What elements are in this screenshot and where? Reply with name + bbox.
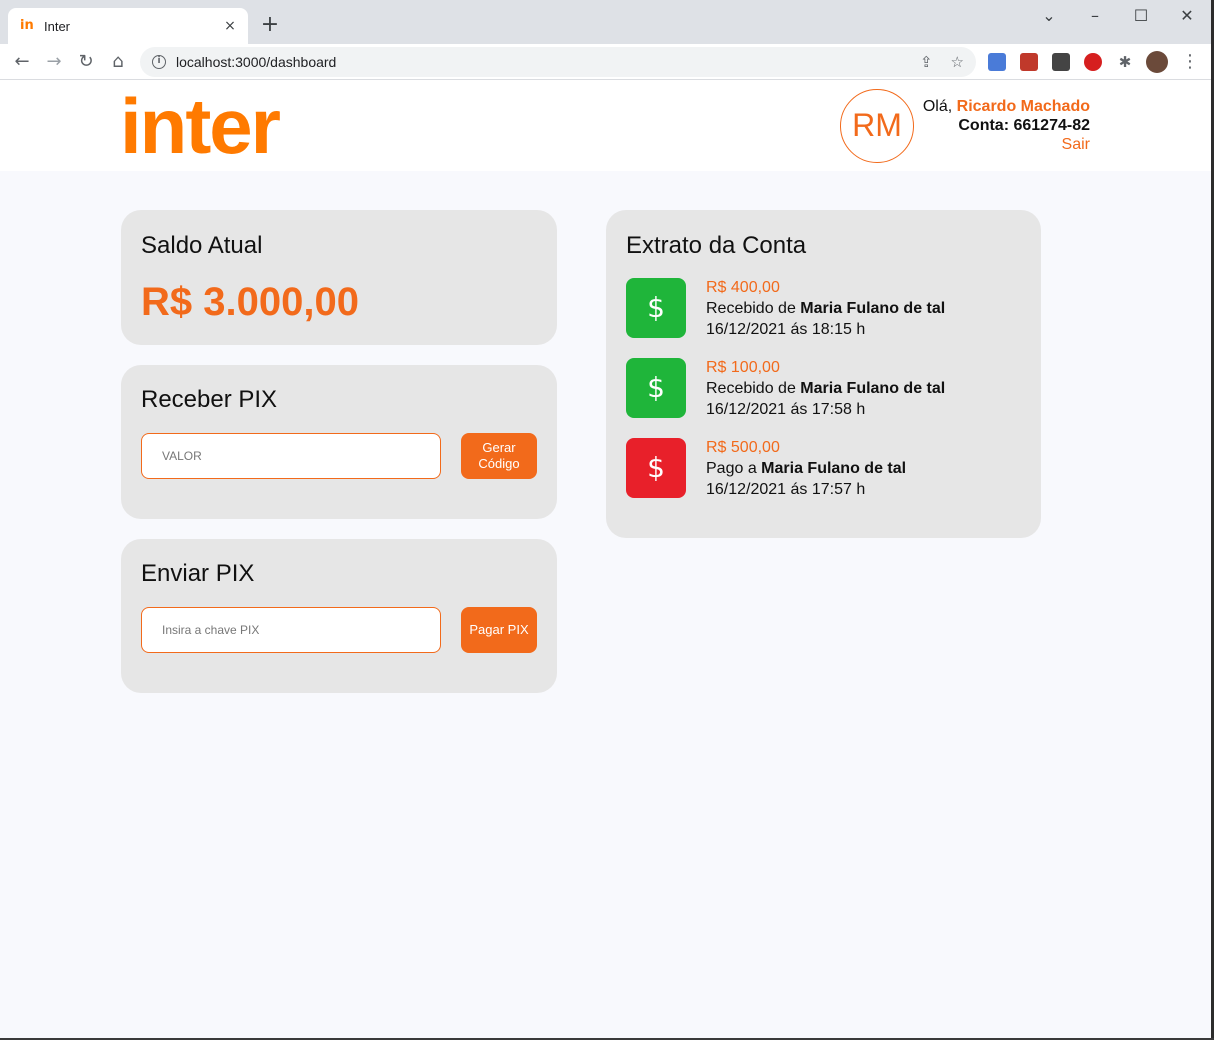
transaction-date: 16/12/2021 ás 17:57 h	[706, 481, 866, 498]
transaction-date: 16/12/2021 ás 18:15 h	[706, 321, 866, 338]
translate-extension-icon[interactable]	[988, 53, 1006, 71]
pix-value-input[interactable]	[141, 433, 441, 479]
browser-menu-icon[interactable]: ⋮	[1178, 50, 1202, 74]
transaction-date: 16/12/2021 ás 17:58 h	[706, 401, 866, 418]
bookmark-star-icon[interactable]: ☆	[951, 53, 964, 71]
url-text[interactable]: localhost:3000/dashboard	[176, 54, 902, 70]
transaction-prefix: Recebido de	[706, 300, 796, 317]
avatar: RM	[840, 89, 914, 163]
transaction-item: $ R$ 100,00 Recebido de Maria Fulano de …	[626, 358, 1026, 418]
logout-link[interactable]: Sair	[923, 135, 1090, 154]
transaction-counterparty: Maria Fulano de tal	[800, 300, 946, 317]
transaction-amount: R$ 400,00	[706, 279, 780, 296]
receive-pix-card: Receber PIX Gerar Código	[121, 365, 557, 519]
transaction-description: Recebido de Maria Fulano de tal	[706, 299, 945, 319]
user-info: Olá, Ricardo Machado Conta: 661274-82 Sa…	[923, 97, 1090, 154]
balance-value: R$ 3.000,00	[141, 280, 359, 324]
address-bar[interactable]: i localhost:3000/dashboard ⇪ ☆	[140, 47, 976, 77]
dashboard-page: inter RM Olá, Ricardo Machado Conta: 661…	[0, 81, 1211, 1038]
pix-key-input[interactable]	[141, 607, 441, 653]
adblock-extension-icon[interactable]	[1084, 53, 1102, 71]
transaction-item: $ R$ 400,00 Recebido de Maria Fulano de …	[626, 278, 1026, 338]
home-icon[interactable]: ⌂	[106, 50, 130, 74]
transaction-prefix: Pago a	[706, 460, 757, 477]
new-tab-icon[interactable]: +	[258, 14, 282, 38]
minimize-icon[interactable]: –	[1080, 4, 1110, 28]
browser-tab[interactable]: in Inter ×	[8, 8, 248, 44]
greeting-text: Olá,	[922, 98, 953, 115]
transaction-amount: R$ 100,00	[706, 359, 780, 376]
transaction-amount: R$ 500,00	[706, 439, 780, 456]
dollar-icon: $	[626, 438, 686, 498]
transaction-prefix: Recebido de	[706, 380, 796, 397]
account-label: Conta:	[958, 117, 1010, 134]
pay-pix-button[interactable]: Pagar PIX	[461, 607, 537, 653]
profile-avatar[interactable]	[1146, 51, 1168, 73]
transaction-counterparty: Maria Fulano de tal	[761, 460, 907, 477]
dollar-icon: $	[626, 278, 686, 338]
browser-tabbar: in Inter × + ⌄ – ☐ ✕	[0, 0, 1214, 44]
site-info-icon[interactable]: i	[152, 55, 166, 69]
transaction-item: $ R$ 500,00 Pago a Maria Fulano de tal 1…	[626, 438, 1026, 498]
send-pix-card: Enviar PIX Pagar PIX	[121, 539, 557, 693]
inter-logo: inter	[120, 82, 281, 170]
extensions-puzzle-icon[interactable]: ✱	[1113, 50, 1137, 74]
dollar-icon: $	[626, 358, 686, 418]
dark-extension-icon[interactable]	[1052, 53, 1070, 71]
statement-title: Extrato da Conta	[626, 232, 807, 259]
browser-toolbar: ← → ↻ ⌂ i localhost:3000/dashboard ⇪ ☆ ✱…	[0, 44, 1214, 80]
inter-favicon-icon: in	[20, 18, 34, 33]
close-window-icon[interactable]: ✕	[1172, 4, 1202, 28]
balance-card: Saldo Atual R$ 3.000,00	[121, 210, 557, 345]
send-pix-title: Enviar PIX	[141, 560, 255, 587]
red-extension-icon[interactable]	[1020, 53, 1038, 71]
share-icon[interactable]: ⇪	[920, 53, 933, 71]
account-number: 661274-82	[1013, 117, 1090, 134]
tab-title: Inter	[44, 18, 71, 34]
transaction-counterparty: Maria Fulano de tal	[800, 380, 946, 397]
close-tab-icon[interactable]: ×	[222, 18, 238, 34]
maximize-icon[interactable]: ☐	[1126, 4, 1156, 28]
reload-icon[interactable]: ↻	[74, 50, 98, 74]
back-icon[interactable]: ←	[10, 50, 34, 74]
receive-pix-title: Receber PIX	[141, 386, 278, 413]
user-name: Ricardo Machado	[956, 98, 1090, 115]
transaction-description: Recebido de Maria Fulano de tal	[706, 379, 945, 399]
app-header: inter RM Olá, Ricardo Machado Conta: 661…	[0, 81, 1211, 171]
statement-card: Extrato da Conta $ R$ 400,00 Recebido de…	[606, 210, 1041, 538]
generate-code-button[interactable]: Gerar Código	[461, 433, 537, 479]
forward-icon[interactable]: →	[42, 50, 66, 74]
balance-title: Saldo Atual	[141, 232, 263, 259]
tab-search-icon[interactable]: ⌄	[1034, 4, 1064, 28]
transaction-description: Pago a Maria Fulano de tal	[706, 459, 906, 479]
